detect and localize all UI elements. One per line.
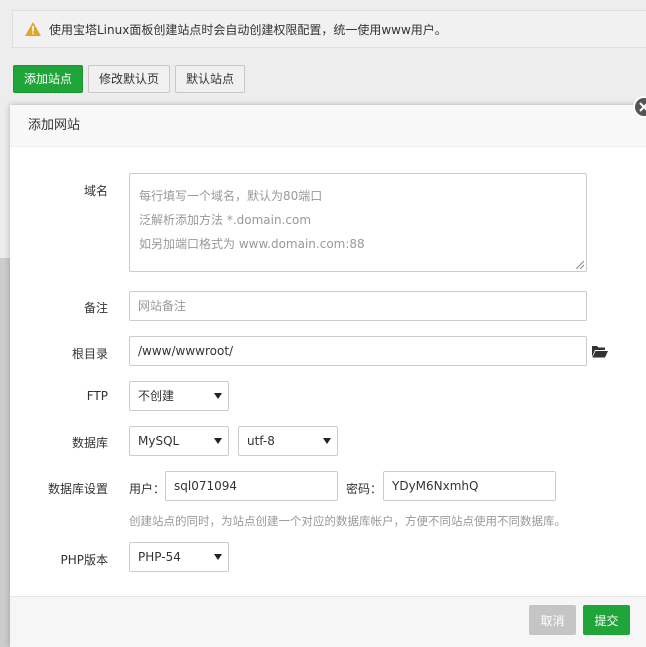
domain-label: 域名: [83, 184, 108, 198]
ftp-label: FTP: [86, 389, 108, 403]
folder-open-icon[interactable]: [592, 345, 608, 358]
toolbar: 添加站点 修改默认页 默认站点: [13, 65, 246, 93]
chevron-down-icon: [214, 438, 222, 444]
close-icon: [639, 102, 646, 112]
db-user-input[interactable]: sql071094: [165, 471, 338, 501]
cancel-button[interactable]: 取消: [529, 605, 576, 635]
db-password-input[interactable]: YDyM6NxmhQ: [383, 471, 556, 501]
domain-placeholder-line: 如另加端口格式为 www.domain.com:88: [139, 237, 365, 251]
database-type-value: MySQL: [138, 434, 180, 448]
php-version-value: PHP-54: [138, 550, 181, 564]
root-dir-label: 根目录: [71, 347, 108, 361]
db-password-label: 密码：: [346, 482, 383, 496]
domain-textarea[interactable]: 每行填写一个域名，默认为80端口 泛解析添加方法 *.domain.com 如另…: [129, 173, 587, 272]
add-site-button[interactable]: 添加站点: [13, 65, 84, 93]
ftp-select[interactable]: 不创建: [129, 381, 229, 411]
notice-text: 使用宝塔Linux面板创建站点时会自动创建权限配置，统一使用www用户。: [49, 22, 447, 37]
chevron-down-icon: [323, 438, 331, 444]
database-charset-value: utf-8: [247, 434, 275, 448]
remark-label: 备注: [83, 301, 108, 315]
remark-placeholder: 网站备注: [138, 299, 187, 313]
modal-title: 添加网站: [10, 105, 646, 147]
php-version-select[interactable]: PHP-54: [129, 542, 229, 572]
root-dir-value: /www/wwwroot/: [138, 344, 234, 358]
default-site-button[interactable]: 默认站点: [175, 65, 246, 93]
domain-placeholder-line: 泛解析添加方法 *.domain.com: [139, 213, 312, 227]
submit-button[interactable]: 提交: [583, 605, 630, 635]
background-strip: [0, 258, 10, 647]
edit-default-page-button[interactable]: 修改默认页: [88, 65, 171, 93]
database-label: 数据库: [71, 436, 108, 450]
db-user-value: sql071094: [174, 479, 238, 493]
ftp-value: 不创建: [138, 389, 175, 403]
root-dir-input[interactable]: /www/wwwroot/: [129, 336, 587, 366]
database-charset-select[interactable]: utf-8: [238, 426, 338, 456]
chevron-down-icon: [214, 554, 222, 560]
domain-placeholder-line: 每行填写一个域名，默认为80端口: [139, 189, 323, 203]
db-settings-label: 数据库设置: [47, 482, 108, 496]
db-hint: 创建站点的同时，为站点创建一个对应的数据库帐户，方便不同站点使用不同数据库。: [129, 514, 566, 528]
db-password-value: YDyM6NxmhQ: [392, 479, 479, 493]
add-site-modal: 添加网站 域名 每行填写一个域名，默认为80端口 泛解析添加方法 *.domai…: [10, 105, 646, 647]
chevron-down-icon: [214, 393, 222, 399]
warning-icon: [25, 22, 41, 36]
notice-bar: 使用宝塔Linux面板创建站点时会自动创建权限配置，统一使用www用户。: [12, 10, 646, 48]
resize-grip-icon[interactable]: [576, 261, 584, 269]
db-user-label: 用户：: [129, 482, 166, 496]
php-version-label: PHP版本: [60, 553, 109, 567]
remark-input[interactable]: 网站备注: [129, 291, 587, 321]
modal-footer: 取消 提交: [10, 596, 646, 647]
database-type-select[interactable]: MySQL: [129, 426, 229, 456]
